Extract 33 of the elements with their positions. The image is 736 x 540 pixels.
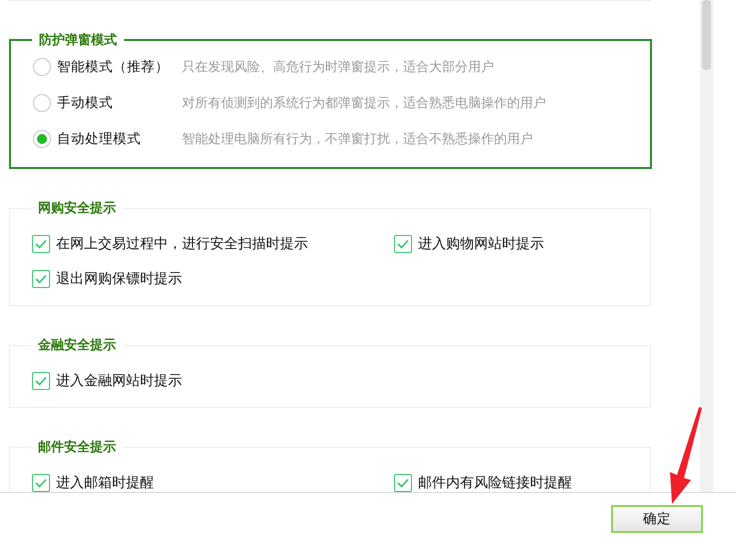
checkbox[interactable] [394, 474, 412, 492]
checkbox-label: 在网上交易过程中，进行安全扫描时提示 [56, 235, 308, 253]
radio-button[interactable] [33, 130, 51, 148]
radio-button[interactable] [33, 58, 51, 76]
option-description: 只在发现风险、高危行为时弹窗提示，适合大部分用户 [182, 59, 494, 76]
option-description: 对所有侦测到的系统行为都弹窗提示，适合熟悉电脑操作的用户 [182, 95, 546, 112]
checkmark-icon [35, 239, 47, 249]
checkbox-label: 退出网购保镖时提示 [56, 270, 182, 288]
checkbox[interactable] [32, 474, 50, 492]
radio-label: 智能模式（推荐） [57, 58, 170, 76]
checkmark-icon [397, 239, 409, 249]
checkbox-label: 进入金融网站时提示 [56, 372, 182, 390]
checkbox-label: 进入购物网站时提示 [418, 235, 544, 253]
group-title: 金融安全提示 [37, 336, 117, 354]
checkbox[interactable] [394, 235, 412, 253]
radio-label: 自动处理模式 [57, 130, 142, 148]
checkmark-icon [35, 274, 47, 284]
confirm-button[interactable]: 确定 [611, 504, 703, 532]
radio-label: 手动模式 [57, 94, 114, 112]
checkbox[interactable] [32, 372, 50, 390]
group-title: 防护弹窗模式 [38, 32, 118, 49]
checkbox-label: 邮件内有风险链接时提醒 [418, 474, 572, 492]
checkbox-label: 进入邮箱时提醒 [56, 474, 154, 492]
scrollbar[interactable] [700, 0, 713, 492]
group-title: 网购安全提示 [37, 200, 117, 217]
checkmark-icon [397, 478, 409, 488]
radio-button[interactable] [33, 94, 51, 112]
checkmark-icon [35, 478, 47, 488]
checkmark-icon [35, 376, 47, 386]
group-title: 邮件安全提示 [37, 438, 117, 456]
checkbox[interactable] [32, 235, 50, 253]
option-description: 智能处理电脑所有行为，不弹窗打扰，适合不熟悉操作的用户 [182, 131, 533, 148]
checkbox[interactable] [32, 270, 50, 288]
